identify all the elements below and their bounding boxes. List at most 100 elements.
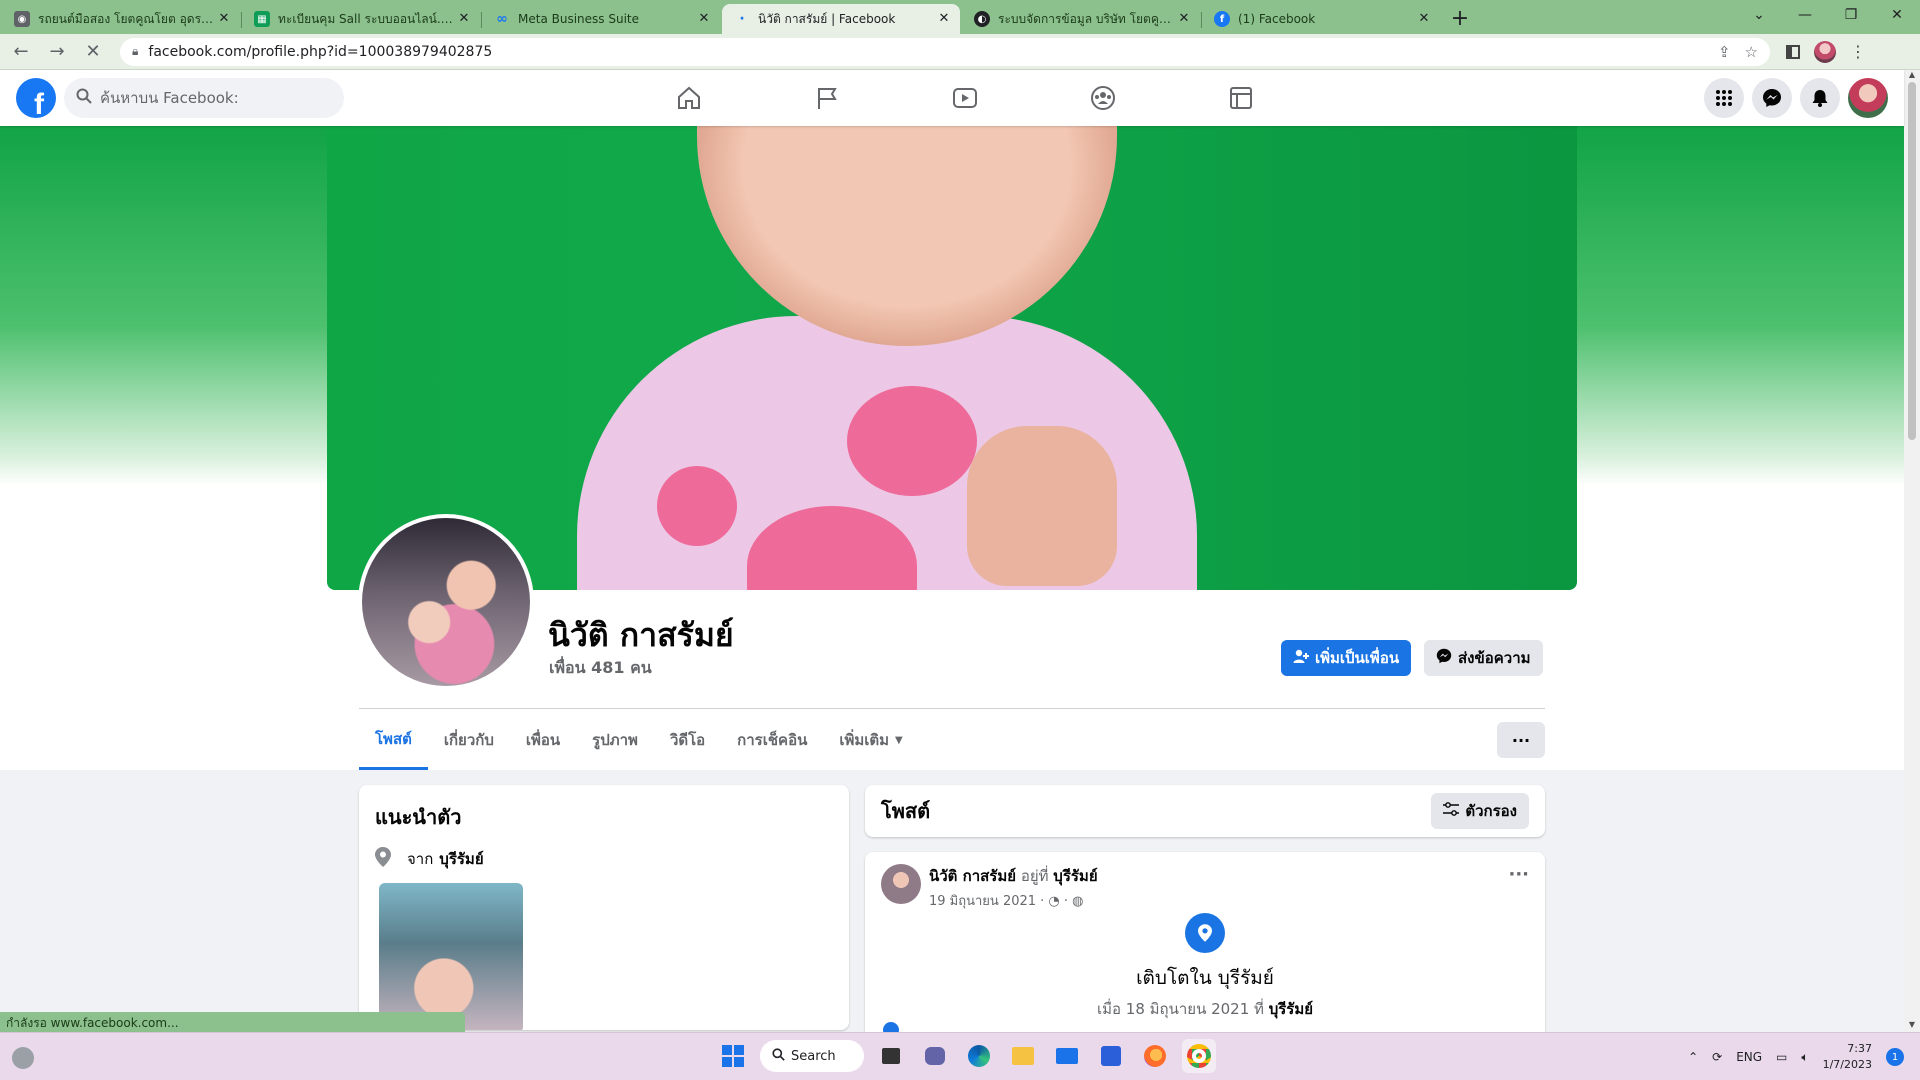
- stop-loading-button[interactable]: ✕: [78, 37, 108, 67]
- filter-button[interactable]: ตัวกรอง: [1431, 793, 1529, 829]
- account-avatar[interactable]: [1848, 78, 1888, 118]
- url-text[interactable]: facebook.com/profile.php?id=100038979402…: [148, 44, 1704, 60]
- volume-icon[interactable]: 🔈︎: [1801, 1050, 1808, 1065]
- forward-button[interactable]: →: [42, 37, 72, 67]
- browser-tab[interactable]: ◉ รถยนต์มือสอง โยตคูณโยต อุดรธานี ✕: [2, 4, 242, 34]
- start-button[interactable]: [716, 1039, 750, 1073]
- file-explorer-icon[interactable]: [1006, 1039, 1040, 1073]
- browser-tab[interactable]: ▦ ทะเบียนคุม Sall ระบบออนไลน์.xlsx - G ✕: [242, 4, 482, 34]
- send-message-label: ส่งข้อความ: [1458, 649, 1531, 667]
- tab-photos[interactable]: รูปภาพ: [576, 710, 654, 770]
- display-icon[interactable]: ▭: [1776, 1050, 1787, 1064]
- task-view-icon[interactable]: [874, 1039, 908, 1073]
- tray-overflow-icon[interactable]: ⌃: [1688, 1050, 1698, 1064]
- edge-icon[interactable]: [962, 1039, 996, 1073]
- input-language[interactable]: ENG: [1736, 1050, 1762, 1064]
- scroll-down-arrow[interactable]: ▼: [1904, 1020, 1920, 1032]
- featured-photo[interactable]: [379, 883, 523, 1030]
- close-tab-icon[interactable]: ✕: [696, 11, 712, 27]
- menu-kebab-icon[interactable]: ⋮: [1850, 42, 1866, 61]
- tab-checkins[interactable]: การเช็คอิน: [721, 710, 823, 770]
- close-tab-icon[interactable]: ✕: [1176, 11, 1192, 27]
- browser-tab[interactable]: ∞ Meta Business Suite ✕: [482, 4, 720, 34]
- scrollbar-thumb[interactable]: [1908, 82, 1916, 440]
- share-icon[interactable]: ⇪: [1718, 43, 1731, 61]
- location-pin-icon: [375, 847, 395, 871]
- nav-pages[interactable]: [758, 70, 896, 126]
- add-friend-icon: [1293, 648, 1309, 668]
- minimize-button[interactable]: —: [1782, 0, 1828, 30]
- post-lives-in: อยู่ที่: [1020, 867, 1049, 885]
- page-scrollbar[interactable]: ▲ ▼: [1904, 70, 1920, 1032]
- life-event-when: เมื่อ 18 มิถุนายน 2021 ที่: [1096, 1000, 1264, 1018]
- facebook-search-input[interactable]: ค้นหาบน Facebook:: [64, 78, 344, 118]
- browser-tab[interactable]: ◐ ระบบจัดการข้อมูล บริษัท โยตคูณโยต ✕: [962, 4, 1202, 34]
- intro-card: แนะนำตัว จาก บุรีรัมย์: [359, 785, 849, 1030]
- widgets-icon[interactable]: [12, 1047, 34, 1069]
- bookmark-star-icon[interactable]: ☆: [1745, 43, 1758, 61]
- messenger-icon[interactable]: [1752, 78, 1792, 118]
- intro-title: แนะนำตัว: [375, 805, 462, 829]
- profile-picture[interactable]: [358, 514, 534, 690]
- taskbar-search[interactable]: Search: [760, 1040, 864, 1072]
- scroll-up-arrow[interactable]: ▲: [1904, 70, 1920, 82]
- vscode-icon[interactable]: [1094, 1039, 1128, 1073]
- post-author-avatar[interactable]: [881, 864, 921, 904]
- new-tab-button[interactable]: +: [1446, 6, 1474, 34]
- back-button[interactable]: ←: [6, 37, 36, 67]
- sync-icon[interactable]: ⟳: [1712, 1050, 1722, 1064]
- tab-posts[interactable]: โพสต์: [359, 710, 428, 770]
- profile-more-button[interactable]: ···: [1497, 722, 1545, 758]
- search-icon: [772, 1047, 785, 1065]
- mail-icon[interactable]: [1050, 1039, 1084, 1073]
- facebook-logo[interactable]: f: [16, 78, 56, 118]
- tab-about[interactable]: เกี่ยวกับ: [428, 710, 510, 770]
- taskbar-clock[interactable]: 7:37 1/7/2023: [1823, 1041, 1872, 1073]
- close-tab-icon[interactable]: ✕: [1416, 11, 1432, 27]
- public-globe-icon: ◍: [1072, 894, 1084, 909]
- groups-icon: [1091, 86, 1115, 110]
- post-place[interactable]: บุรีรัมย์: [1053, 867, 1097, 885]
- close-tab-icon[interactable]: ✕: [456, 11, 472, 27]
- taskbar-search-label: Search: [791, 1048, 836, 1064]
- chrome-icon[interactable]: [1182, 1039, 1216, 1073]
- add-friend-label: เพิ่มเป็นเพื่อน: [1315, 649, 1400, 667]
- lock-icon[interactable]: 🔒︎: [132, 44, 138, 59]
- tab-videos[interactable]: วิดีโอ: [654, 710, 721, 770]
- friends-count[interactable]: เพื่อน 481 คน: [549, 656, 652, 681]
- nav-groups[interactable]: [1034, 70, 1172, 126]
- search-placeholder: ค้นหาบน Facebook:: [100, 89, 239, 107]
- firefox-icon[interactable]: [1138, 1039, 1172, 1073]
- side-panel-icon[interactable]: [1786, 44, 1800, 59]
- post-author-name[interactable]: นิวัติ กาสรัมย์: [929, 867, 1016, 885]
- teams-chat-icon[interactable]: [918, 1039, 952, 1073]
- close-window-button[interactable]: ✕: [1874, 0, 1920, 30]
- tab-more-label: เพิ่มเติม: [839, 731, 890, 749]
- post-options-icon[interactable]: ···: [1508, 864, 1529, 885]
- tab-search-icon[interactable]: ⌄: [1736, 0, 1782, 30]
- send-message-button[interactable]: ส่งข้อความ: [1424, 640, 1543, 676]
- sheets-icon: ▦: [254, 11, 270, 27]
- tab-friends[interactable]: เพื่อน: [510, 710, 576, 770]
- add-friend-button[interactable]: เพิ่มเป็นเพื่อน: [1281, 640, 1412, 676]
- notifications-bell-icon[interactable]: [1800, 78, 1840, 118]
- nav-home[interactable]: [620, 70, 758, 126]
- notification-badge[interactable]: 1: [1886, 1048, 1904, 1066]
- caret-down-icon: ▼: [895, 734, 903, 746]
- cover-photo[interactable]: [327, 126, 1577, 590]
- restore-button[interactable]: ❐: [1828, 0, 1874, 30]
- browser-tab-active[interactable]: · นิวัติ กาสรัมย์ | Facebook ✕: [722, 4, 960, 34]
- menu-grid-icon[interactable]: [1704, 78, 1744, 118]
- intro-from-place[interactable]: บุรีรัมย์: [439, 847, 483, 871]
- life-event-place[interactable]: บุรีรัมย์: [1269, 1000, 1313, 1018]
- tab-more[interactable]: เพิ่มเติม ▼: [823, 710, 918, 770]
- profile-avatar-icon[interactable]: [1814, 40, 1836, 63]
- nav-watch[interactable]: [896, 70, 1034, 126]
- nav-gaming[interactable]: [1172, 70, 1310, 126]
- tab-title: Meta Business Suite: [518, 12, 639, 26]
- browser-tab[interactable]: f (1) Facebook ✕: [1202, 4, 1440, 34]
- post-date[interactable]: 19 มิถุนายน 2021 ·: [929, 894, 1048, 909]
- close-tab-icon[interactable]: ✕: [216, 11, 232, 27]
- close-tab-icon[interactable]: ✕: [936, 11, 952, 27]
- address-bar[interactable]: 🔒︎ facebook.com/profile.php?id=100038979…: [120, 37, 1770, 66]
